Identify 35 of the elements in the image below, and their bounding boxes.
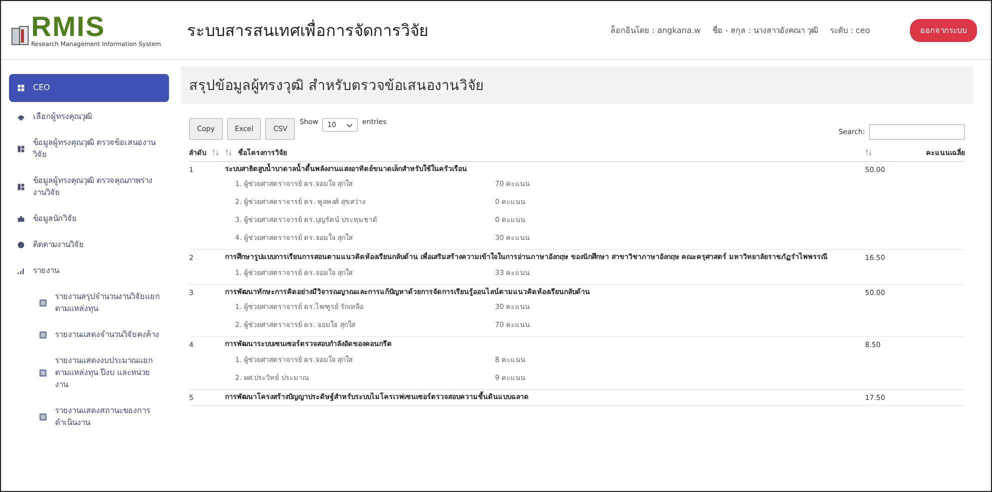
sort-icon[interactable] [225,149,232,156]
sidebar-item[interactable]: ติดตามงานวิจัย [9,234,169,256]
square-icon [39,413,47,421]
book-icon [11,24,30,48]
sidebar-item[interactable]: ข้อมูลผู้ทรงคุณวุฒิ ตรวจข้อเสนองานวิจัย [9,132,169,166]
sidebar-subitem[interactable]: รายงานแสดงงบประมาณแยกตามแหล่งทุน ปีงบ และหน่วยงาน [9,350,169,396]
panels-icon [17,183,25,191]
caret-icon [346,122,354,128]
sort-icon[interactable] [865,149,872,156]
sidebar-subitem[interactable]: รายงานแสดงสถานะของการดำเนินงาน [9,400,169,434]
sidebar-item[interactable]: เลือกผู้ทรงคุณวุฒิ [9,106,169,128]
sidebar-item[interactable]: CEO [9,74,169,102]
sort-icon[interactable] [212,149,219,156]
user-level: ระดับ : ceo [830,24,870,36]
sidebar-item[interactable]: รายงาน [9,260,169,282]
sidebar-subitem[interactable]: รายงานสรุปจำนวนงานวิจัยแยกตามแหล่งทุน [9,286,169,320]
login-info: ล็อกอินโดย : angkana.w [610,24,701,36]
circle-icon [17,241,25,249]
sidebar-item[interactable]: ข้อมูลผู้ทรงคุณวุฒิ ตรวจคุณภาพร่างงานวิจัย [9,170,169,204]
search-field[interactable] [869,124,965,140]
briefcase-icon [17,215,25,223]
user-name: ชื่อ - สกุล : นางสาวอังคณา วุฒิ [712,24,818,36]
panels-icon [17,145,25,153]
app-title: ระบบสารสนเทศเพื่อการจัดการวิจัย [187,18,429,42]
sidebar-subitem[interactable]: รายงานแสดงจำนวนวิจัยคงค้าง [9,324,169,346]
bar-chart-icon [17,267,25,275]
grid-icon [17,84,25,92]
square-icon [39,331,47,339]
sidebar-item[interactable]: ข้อมูลนักวิจัย [9,208,169,230]
gauge-icon [17,113,25,121]
logo-text: RMIS [31,12,106,40]
page-title: สรุปข้อมูลผู้ทรงวุฒิ สำหรับตรวจข้อเสนองานวิจัย [181,66,973,104]
square-icon [39,369,47,377]
square-icon [39,299,47,307]
logout-button[interactable]: ออกจากระบบ [910,18,977,42]
